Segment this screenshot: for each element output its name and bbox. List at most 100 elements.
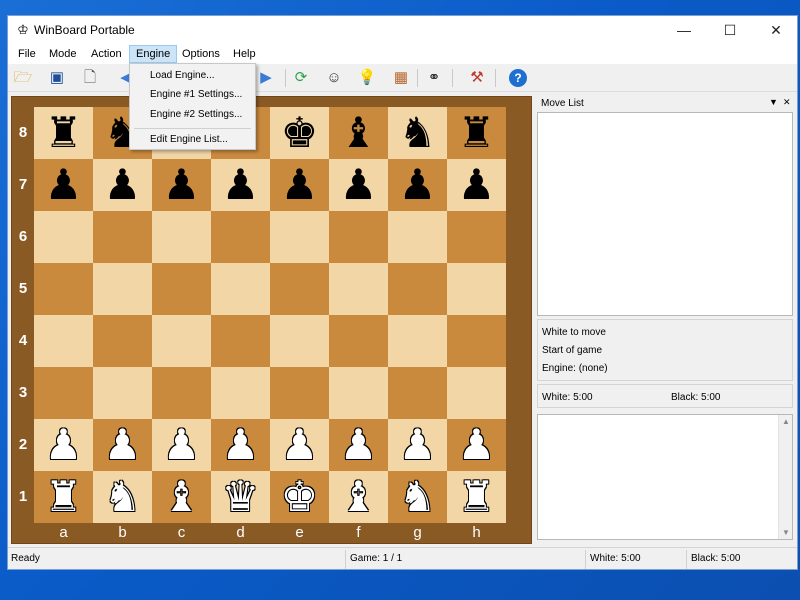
square-g3[interactable] <box>388 367 447 419</box>
square-c2[interactable]: ♟ <box>152 419 211 471</box>
square-g4[interactable] <box>388 315 447 367</box>
square-a3[interactable] <box>34 367 93 419</box>
white-rook-piece[interactable]: ♜ <box>34 471 93 523</box>
square-a6[interactable] <box>34 211 93 263</box>
open-folder-icon[interactable]: 🗁 <box>12 67 34 89</box>
square-e7[interactable]: ♟ <box>270 159 329 211</box>
square-h3[interactable] <box>447 367 506 419</box>
square-f3[interactable] <box>329 367 388 419</box>
black-knight-piece[interactable]: ♞ <box>388 107 447 159</box>
white-bishop-piece[interactable]: ♝ <box>152 471 211 523</box>
square-d7[interactable]: ♟ <box>211 159 270 211</box>
square-d3[interactable] <box>211 367 270 419</box>
square-g7[interactable]: ♟ <box>388 159 447 211</box>
save-disk-icon[interactable]: ▣ <box>46 67 68 89</box>
square-b5[interactable] <box>93 263 152 315</box>
maximize-button[interactable]: ☐ <box>707 16 753 44</box>
engine-output[interactable]: ▲ ▼ <box>537 414 793 540</box>
square-e5[interactable] <box>270 263 329 315</box>
menu-options[interactable]: Options <box>176 45 226 63</box>
menu-mode[interactable]: Mode <box>43 45 83 63</box>
square-d4[interactable] <box>211 315 270 367</box>
square-h4[interactable] <box>447 315 506 367</box>
white-pawn-piece[interactable]: ♟ <box>447 419 506 471</box>
square-g5[interactable] <box>388 263 447 315</box>
square-b7[interactable]: ♟ <box>93 159 152 211</box>
square-g6[interactable] <box>388 211 447 263</box>
square-f4[interactable] <box>329 315 388 367</box>
black-bishop-piece[interactable]: ♝ <box>329 107 388 159</box>
square-a7[interactable]: ♟ <box>34 159 93 211</box>
scrollbar[interactable]: ▲ ▼ <box>778 415 792 539</box>
black-rook-piece[interactable]: ♜ <box>34 107 93 159</box>
lightbulb-icon[interactable]: 💡 <box>356 67 378 89</box>
board-icon[interactable]: ▦ <box>390 67 412 89</box>
white-pawn-piece[interactable]: ♟ <box>93 419 152 471</box>
square-b3[interactable] <box>93 367 152 419</box>
square-a1[interactable]: ♜ <box>34 471 93 523</box>
square-c3[interactable] <box>152 367 211 419</box>
square-d5[interactable] <box>211 263 270 315</box>
menu-action[interactable]: Action <box>85 45 128 63</box>
engine1-settings-item[interactable]: Engine #1 Settings... <box>150 89 242 100</box>
square-e3[interactable] <box>270 367 329 419</box>
square-g8[interactable]: ♞ <box>388 107 447 159</box>
title-bar[interactable]: ♔ WinBoard Portable — ☐ ✕ <box>8 16 797 44</box>
square-h2[interactable]: ♟ <box>447 419 506 471</box>
tools-icon[interactable]: ⚒ <box>466 67 488 89</box>
white-pawn-piece[interactable]: ♟ <box>152 419 211 471</box>
square-e2[interactable]: ♟ <box>270 419 329 471</box>
black-pawn-piece[interactable]: ♟ <box>388 159 447 211</box>
square-d6[interactable] <box>211 211 270 263</box>
black-pawn-piece[interactable]: ♟ <box>270 159 329 211</box>
square-e6[interactable] <box>270 211 329 263</box>
menu-help[interactable]: Help <box>227 45 262 63</box>
square-b1[interactable]: ♞ <box>93 471 152 523</box>
square-e1[interactable]: ♚ <box>270 471 329 523</box>
white-pawn-piece[interactable]: ♟ <box>329 419 388 471</box>
document-icon[interactable]: 🗋 <box>79 67 101 89</box>
black-rook-piece[interactable]: ♜ <box>447 107 506 159</box>
white-king-piece[interactable]: ♚ <box>270 471 329 523</box>
square-a2[interactable]: ♟ <box>34 419 93 471</box>
square-b6[interactable] <box>93 211 152 263</box>
square-h6[interactable] <box>447 211 506 263</box>
square-b2[interactable]: ♟ <box>93 419 152 471</box>
square-c6[interactable] <box>152 211 211 263</box>
square-f6[interactable] <box>329 211 388 263</box>
white-bishop-piece[interactable]: ♝ <box>329 471 388 523</box>
square-e8[interactable]: ♚ <box>270 107 329 159</box>
black-pawn-piece[interactable]: ♟ <box>211 159 270 211</box>
square-h8[interactable]: ♜ <box>447 107 506 159</box>
scroll-up-icon[interactable]: ▲ <box>782 417 790 426</box>
square-a4[interactable] <box>34 315 93 367</box>
black-king-piece[interactable]: ♚ <box>270 107 329 159</box>
square-b4[interactable] <box>93 315 152 367</box>
square-c4[interactable] <box>152 315 211 367</box>
white-pawn-piece[interactable]: ♟ <box>270 419 329 471</box>
square-f2[interactable]: ♟ <box>329 419 388 471</box>
black-pawn-piece[interactable]: ♟ <box>34 159 93 211</box>
square-c7[interactable]: ♟ <box>152 159 211 211</box>
square-f7[interactable]: ♟ <box>329 159 388 211</box>
black-pawn-piece[interactable]: ♟ <box>329 159 388 211</box>
square-c1[interactable]: ♝ <box>152 471 211 523</box>
square-a8[interactable]: ♜ <box>34 107 93 159</box>
white-pawn-piece[interactable]: ♟ <box>34 419 93 471</box>
scroll-down-icon[interactable]: ▼ <box>782 528 790 537</box>
close-button[interactable]: ✕ <box>753 16 797 44</box>
black-pawn-piece[interactable]: ♟ <box>93 159 152 211</box>
square-f1[interactable]: ♝ <box>329 471 388 523</box>
face-icon[interactable]: ☺ <box>323 67 345 89</box>
menu-file[interactable]: File <box>12 45 42 63</box>
black-pawn-piece[interactable]: ♟ <box>447 159 506 211</box>
square-a5[interactable] <box>34 263 93 315</box>
square-e4[interactable] <box>270 315 329 367</box>
white-knight-piece[interactable]: ♞ <box>93 471 152 523</box>
square-f5[interactable] <box>329 263 388 315</box>
white-pawn-piece[interactable]: ♟ <box>211 419 270 471</box>
engine2-settings-item[interactable]: Engine #2 Settings... <box>150 109 242 120</box>
square-f8[interactable]: ♝ <box>329 107 388 159</box>
dropdown-arrow-icon[interactable]: ▼ <box>769 97 778 107</box>
menu-engine[interactable]: Engine <box>129 45 178 63</box>
